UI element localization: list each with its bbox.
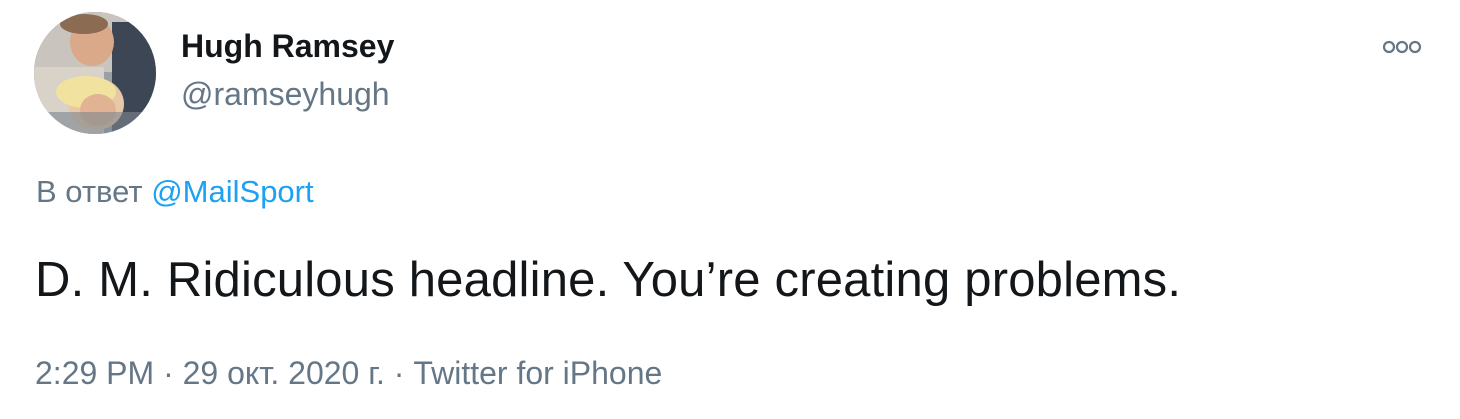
meta-separator: · <box>154 355 183 391</box>
tweet-card: Hugh Ramsey @ramseyhugh В ответ @MailSpo… <box>0 0 1460 419</box>
reply-context: В ответ @MailSport <box>36 174 314 210</box>
reply-mention-link[interactable]: @MailSport <box>151 174 313 209</box>
tweet-metadata: 2:29 PM · 29 окт. 2020 г. · Twitter for … <box>35 355 662 392</box>
avatar-photo <box>34 12 156 134</box>
tweet-source-link[interactable]: Twitter for iPhone <box>413 355 662 391</box>
more-horizontal-icon <box>1382 40 1422 54</box>
avatar[interactable] <box>34 12 156 134</box>
meta-separator: · <box>384 355 414 391</box>
reply-prefix: В ответ <box>36 174 143 209</box>
tweet-text: D. M. Ridiculous headline. You’re creati… <box>35 253 1182 307</box>
more-options-button[interactable] <box>1376 30 1428 64</box>
tweet-date-link[interactable]: 29 окт. 2020 г. <box>183 355 385 391</box>
tweet-time-link[interactable]: 2:29 PM <box>35 355 154 391</box>
author-display-name[interactable]: Hugh Ramsey <box>181 28 394 65</box>
author-handle[interactable]: @ramseyhugh <box>181 76 390 113</box>
